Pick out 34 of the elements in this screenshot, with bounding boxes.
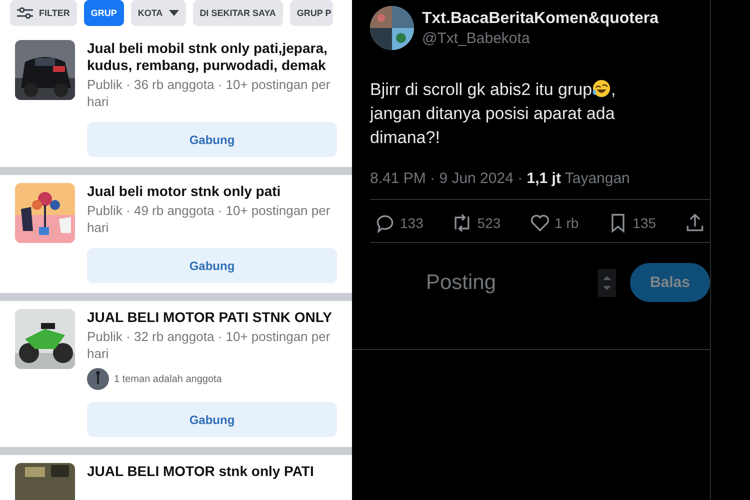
tweet-text: jangan ditanya posisi aparat ada dimana?! [370, 103, 616, 149]
bookmark-button[interactable]: 135 [602, 212, 660, 234]
group-name: Jual beli motor stnk only pati [87, 183, 282, 200]
reply-button[interactable]: 133 [370, 212, 428, 234]
filter-chip[interactable]: KOTA [130, 0, 186, 26]
join-button[interactable]: Gabung [87, 402, 337, 437]
group-name: JUAL BELI MOTOR PATI STNK ONLY [87, 309, 334, 326]
group-meta: Publik · 49 rb anggota · 10+ postingan per hari [87, 202, 332, 236]
filter-chip[interactable]: GRUP P [290, 0, 334, 26]
tweet-text: Bjirr di scroll gk abis2 itu grup [370, 80, 592, 99]
spinner-icon [598, 268, 616, 296]
group-name: Jual beli mobil stnk only pati,jepara, kudus, rembang, purwodadi, demak [87, 40, 328, 74]
join-button[interactable]: Gabung [87, 248, 337, 283]
friends-text: 1 teman adalah anggota [114, 374, 222, 384]
filter-chip[interactable]: GRUP [84, 0, 124, 26]
filter-chip[interactable]: DI SEKITAR SAYA [192, 0, 283, 26]
filter-icon [17, 7, 33, 19]
caret-icon [168, 10, 179, 16]
author-handle[interactable]: @Txt_Babekota [422, 30, 658, 46]
reply-button[interactable]: Balas [630, 263, 710, 302]
repost-button[interactable]: 523 [447, 212, 505, 234]
group-meta: Publik · 36 rb anggota · 10+ postingan per hari [87, 76, 332, 110]
filter-chip[interactable]: FILTER [10, 0, 77, 26]
like-button[interactable]: 1 rb [524, 212, 583, 234]
laughing-emoji-icon [592, 79, 612, 98]
like-icon [528, 212, 551, 234]
reply-field[interactable]: Posting [370, 264, 598, 300]
join-button[interactable]: Gabung [87, 122, 337, 157]
group-meta: Publik · 32 rb anggota · 10+ postingan per hari [87, 328, 332, 362]
avatar-icon [87, 368, 109, 390]
group-name: JUAL BELI MOTOR stnk only PATI [87, 463, 315, 480]
tweet-meta: 8.41 PM · 9 Jun 2024 · 1,1 jt Tayangan [370, 170, 710, 200]
author-name[interactable]: Txt.BacaBeritaKomen&quotera [422, 10, 658, 28]
tweet-text: , [611, 80, 616, 99]
